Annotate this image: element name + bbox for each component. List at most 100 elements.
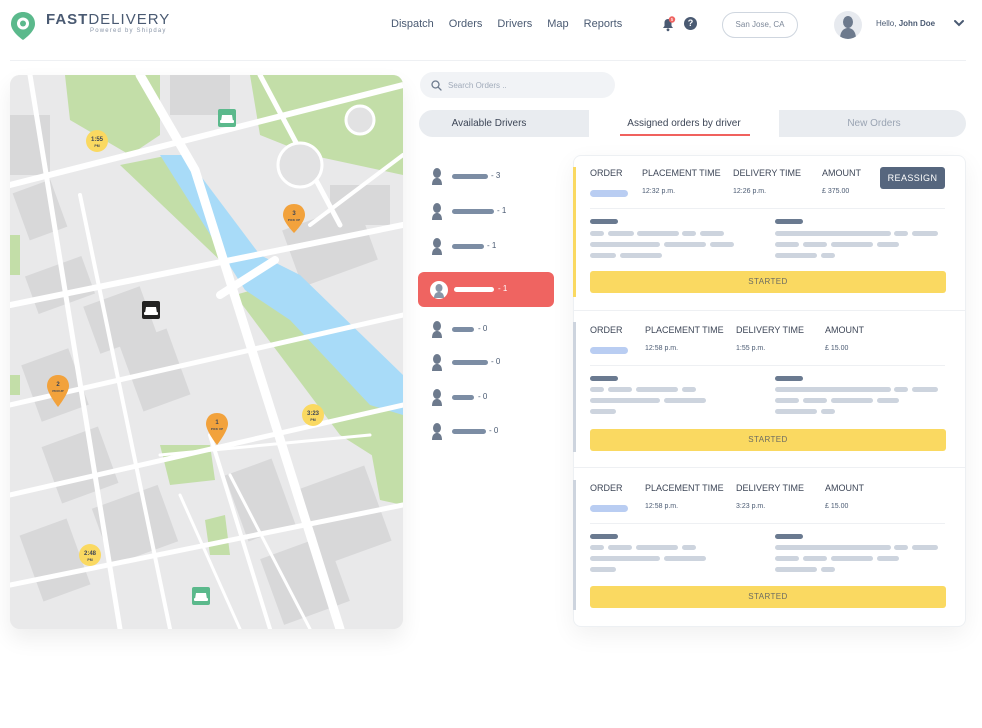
driver-order-count: - 1: [497, 206, 507, 215]
order-status-button[interactable]: STARTED: [590, 586, 946, 608]
driver-list-item[interactable]: - 1: [430, 236, 540, 256]
text-placeholder: [775, 242, 799, 247]
car-marker-icon[interactable]: [218, 109, 236, 127]
text-placeholder: [821, 409, 835, 414]
order-divider: [590, 523, 945, 524]
tab-available-drivers[interactable]: Available Drivers: [419, 110, 559, 137]
text-placeholder: [803, 556, 827, 561]
driver-avatar-icon: [432, 203, 442, 220]
text-placeholder: [894, 387, 908, 392]
order-header-placement: PLACEMENT TIME: [645, 483, 724, 493]
text-placeholder: [775, 534, 803, 539]
order-header-amount: AMOUNT: [825, 325, 864, 335]
driver-list-item[interactable]: - 0: [430, 387, 540, 407]
pin-label: 2:48: [84, 551, 97, 557]
tab-new-orders[interactable]: New Orders: [799, 110, 949, 137]
text-placeholder: [775, 376, 803, 381]
text-placeholder: [590, 398, 660, 403]
driver-list-item[interactable]: - 1: [430, 201, 540, 221]
text-placeholder: [877, 398, 899, 403]
brand-name[interactable]: FASTDELIVERY: [46, 11, 170, 28]
car-marker-icon[interactable]: [192, 587, 210, 605]
reassign-button[interactable]: REASSIGN: [880, 167, 945, 189]
driver-name-placeholder: [452, 174, 488, 179]
text-placeholder: [608, 387, 632, 392]
order-divider: [590, 365, 945, 366]
text-placeholder: [775, 387, 891, 392]
order-divider: [574, 310, 965, 311]
driver-name-placeholder: [452, 395, 474, 400]
map-pin-time[interactable]: 2:48 PM: [79, 544, 101, 566]
text-placeholder: [620, 253, 662, 258]
nav-reports[interactable]: Reports: [584, 18, 623, 30]
text-placeholder: [608, 231, 634, 236]
driver-order-count: - 0: [489, 426, 499, 435]
greeting-prefix: Hello,: [876, 19, 899, 28]
header-divider: [10, 60, 966, 61]
search-orders[interactable]: [420, 72, 615, 98]
order-amount: £ 15.00: [825, 503, 849, 510]
text-placeholder: [831, 556, 873, 561]
text-placeholder: [894, 231, 908, 236]
brand-name-bold: FAST: [46, 11, 89, 28]
order-accent-bar: [573, 480, 576, 610]
map-pin-time[interactable]: 3:23 PM: [302, 404, 324, 426]
driver-avatar-icon: [432, 389, 442, 406]
text-placeholder: [682, 231, 696, 236]
nav-orders[interactable]: Orders: [449, 18, 483, 30]
main-nav: Dispatch Orders Drivers Map Reports: [391, 18, 637, 30]
text-placeholder: [775, 219, 803, 224]
order-id-placeholder: [590, 190, 628, 197]
map-pin-time[interactable]: 1:55 PM: [86, 130, 108, 152]
driver-list-item[interactable]: - 0: [430, 421, 540, 441]
order-placement-time: 12:58 p.m.: [645, 503, 679, 510]
brand-tagline: Powered by Shipday: [90, 28, 167, 34]
driver-list-item-selected[interactable]: - 1: [418, 272, 554, 307]
notification-bell-icon[interactable]: 5: [660, 16, 676, 32]
brand-pin-icon: [11, 12, 35, 40]
city-selector[interactable]: San Jose, CA: [722, 12, 798, 38]
text-placeholder: [877, 556, 899, 561]
nav-map[interactable]: Map: [547, 18, 568, 30]
driver-avatar-icon: [430, 281, 448, 299]
search-input[interactable]: [448, 72, 608, 98]
nav-drivers[interactable]: Drivers: [497, 18, 532, 30]
text-placeholder: [803, 398, 827, 403]
text-placeholder: [590, 219, 618, 224]
driver-avatar-icon: [432, 321, 442, 338]
chevron-down-icon[interactable]: [953, 18, 965, 28]
driver-name-placeholder: [452, 209, 494, 214]
pin-label: 1:55: [91, 137, 104, 143]
order-header-delivery: DELIVERY TIME: [736, 483, 805, 493]
driver-list-item[interactable]: - 3: [430, 166, 540, 186]
order-amount: £ 15.00: [825, 345, 849, 352]
user-greeting[interactable]: Hello, John Doe: [876, 19, 935, 28]
text-placeholder: [894, 545, 908, 550]
driver-avatar-icon: [432, 168, 442, 185]
text-placeholder: [775, 231, 891, 236]
driver-order-count: - 1: [498, 284, 508, 293]
map-canvas[interactable]: 1:55 PM 3 PICK UP 2 PICKUP 1 PICK UP 3:2…: [10, 75, 403, 629]
driver-avatar-icon: [432, 354, 442, 371]
avatar[interactable]: [834, 11, 862, 39]
driver-order-count: - 0: [478, 392, 488, 401]
text-placeholder: [682, 387, 696, 392]
order-status-button[interactable]: STARTED: [590, 271, 946, 293]
text-placeholder: [775, 567, 817, 572]
driver-list-item[interactable]: - 0: [430, 319, 540, 339]
driver-avatar-icon: [432, 423, 442, 440]
help-icon[interactable]: ?: [684, 17, 697, 30]
nav-dispatch[interactable]: Dispatch: [391, 18, 434, 30]
order-divider: [590, 208, 945, 209]
tab-assigned-orders[interactable]: Assigned orders by driver: [589, 110, 779, 137]
map-view[interactable]: 1:55 PM 3 PICK UP 2 PICKUP 1 PICK UP 3:2…: [10, 75, 403, 629]
order-status-button[interactable]: STARTED: [590, 429, 946, 451]
text-placeholder: [821, 253, 835, 258]
car-marker-icon[interactable]: [142, 301, 160, 319]
order-header-order: ORDER: [590, 483, 623, 493]
text-placeholder: [803, 242, 827, 247]
text-placeholder: [700, 231, 724, 236]
text-placeholder: [636, 387, 678, 392]
driver-list-item[interactable]: - 0: [430, 352, 540, 372]
order-delivery-time: 1:55 p.m.: [736, 345, 766, 352]
